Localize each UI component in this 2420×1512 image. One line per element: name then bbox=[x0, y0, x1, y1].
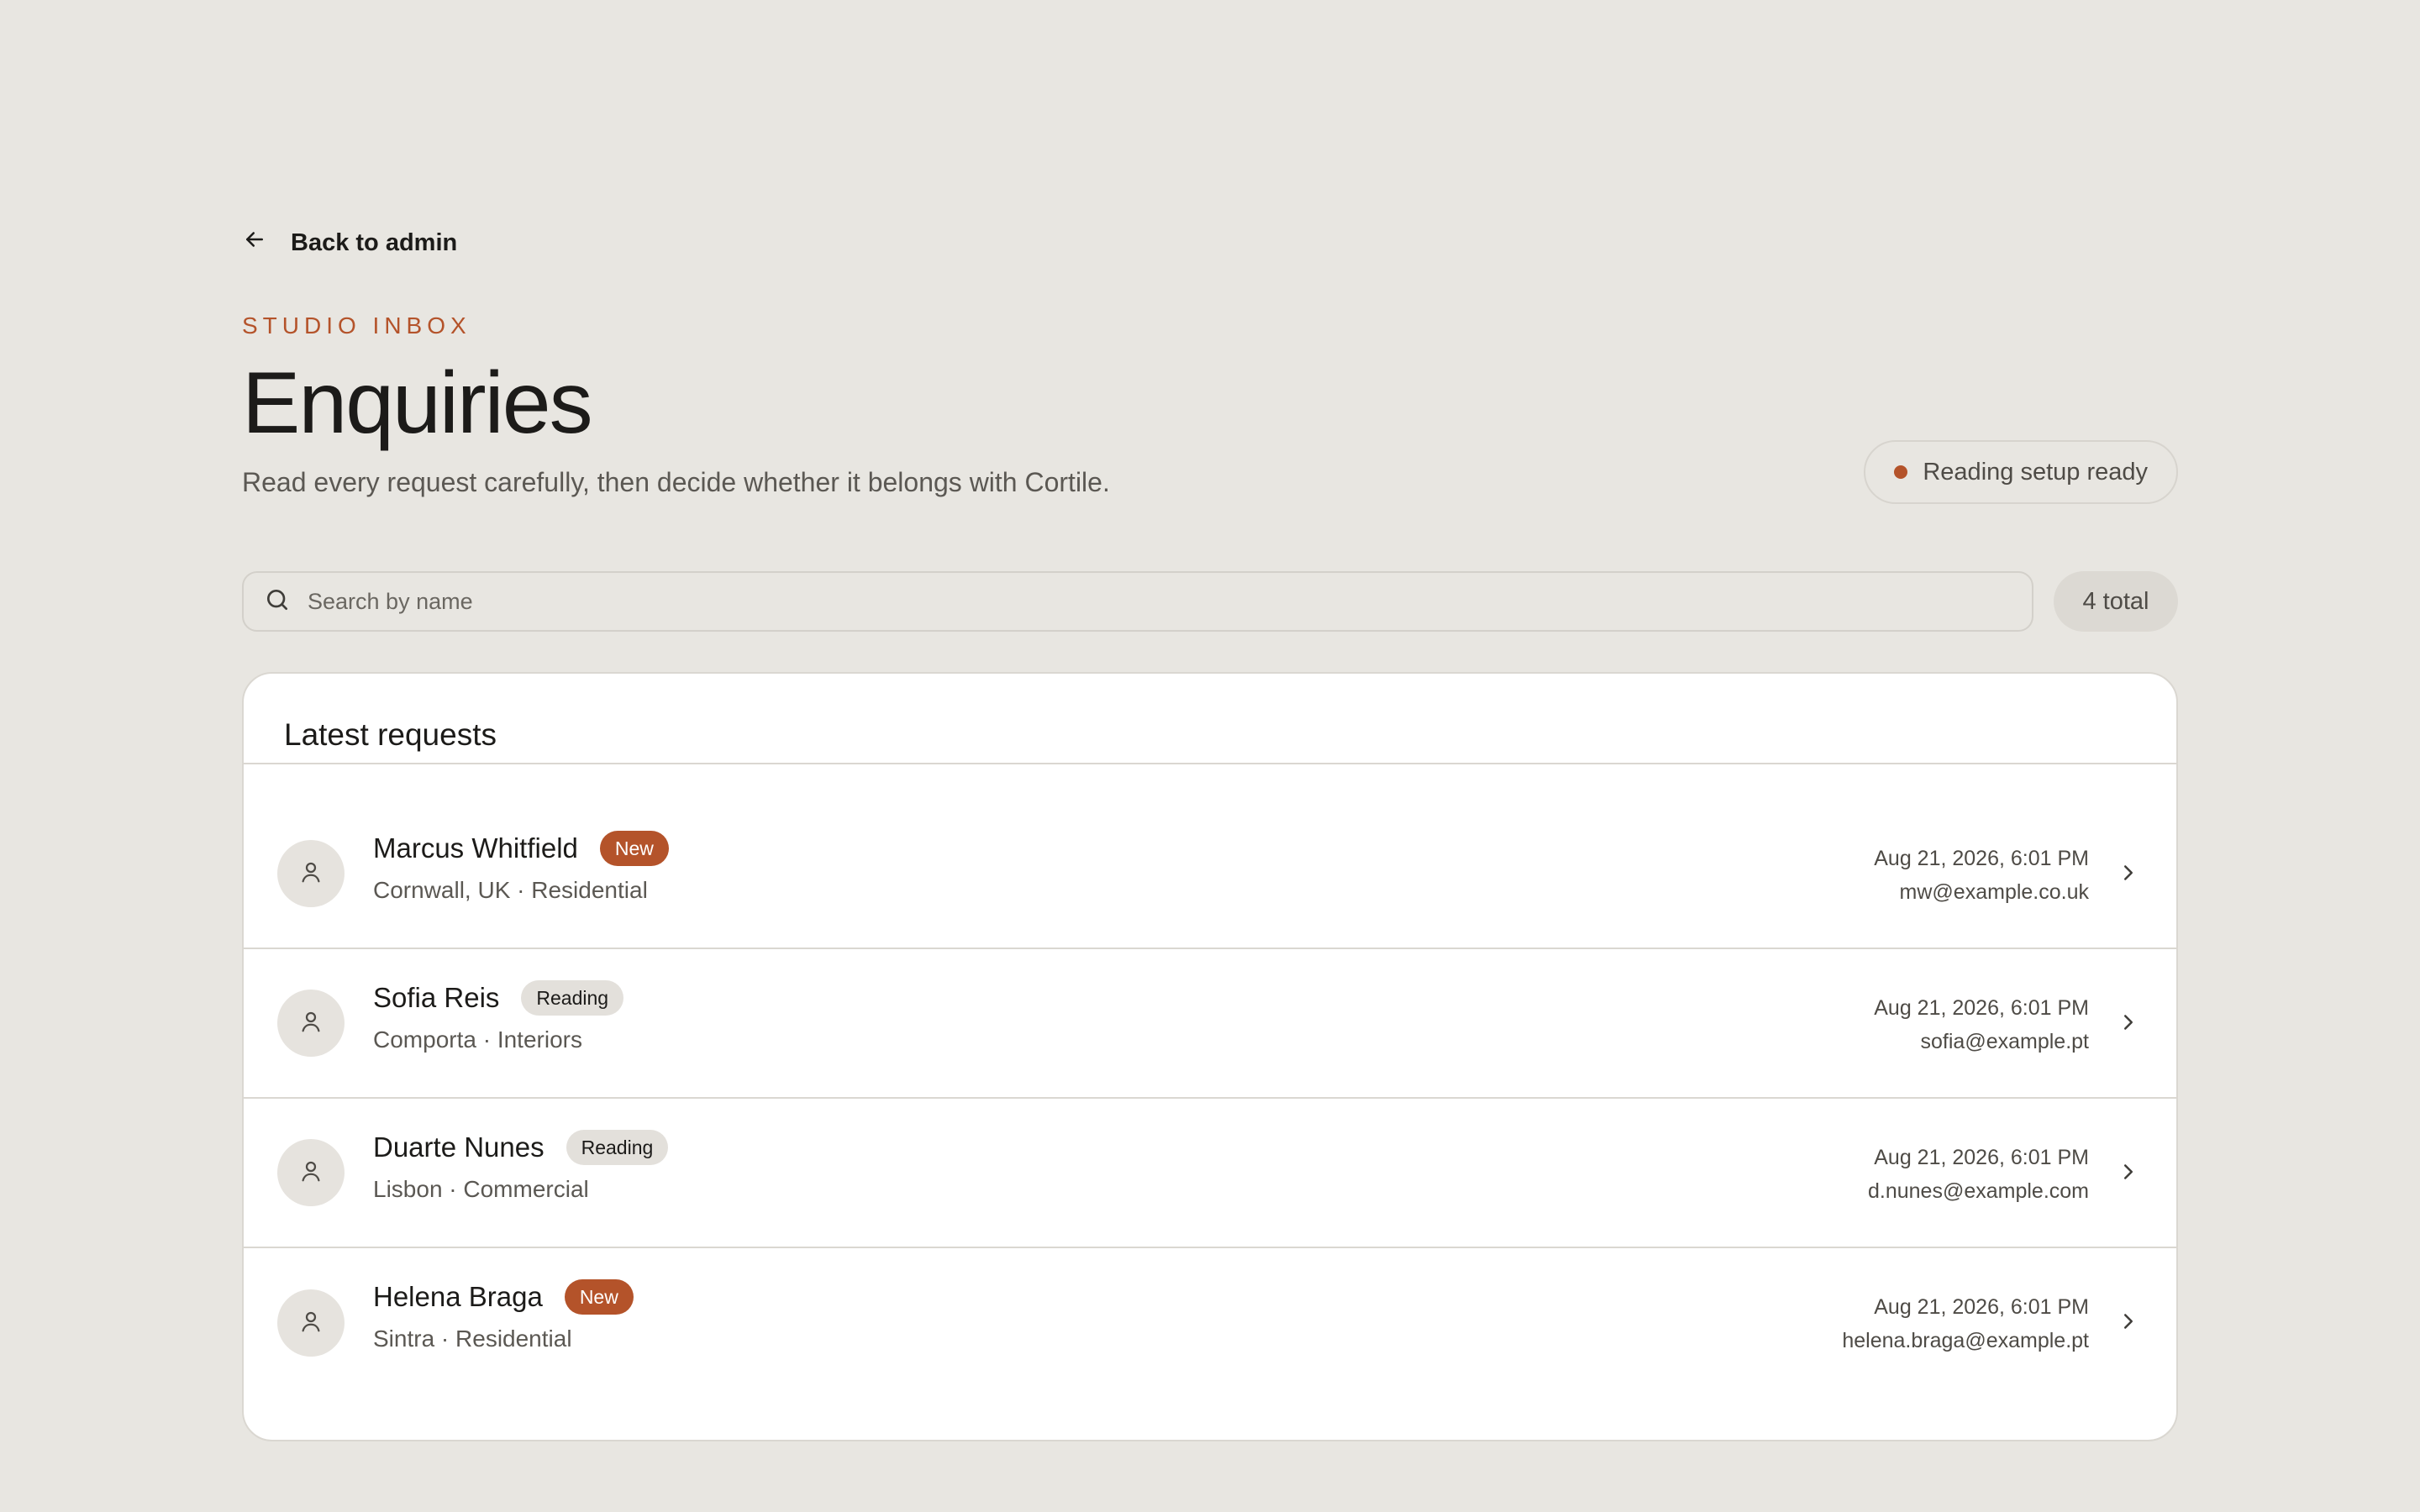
user-icon bbox=[298, 1158, 324, 1188]
chevron-right-icon[interactable] bbox=[2116, 860, 2141, 885]
chevron-right-icon[interactable] bbox=[2116, 1309, 2141, 1334]
status-badge-reading: Reading bbox=[521, 980, 624, 1016]
chevron-right-icon[interactable] bbox=[2116, 1010, 2141, 1035]
request-name: Helena Braga bbox=[373, 1281, 543, 1312]
request-email: d.nunes@example.com bbox=[1867, 1179, 2089, 1203]
request-meta: Lisbon · Commercial bbox=[373, 1176, 589, 1202]
avatar bbox=[277, 990, 345, 1057]
row-main: Sofia Reis Reading Comporta · Interiors bbox=[373, 978, 624, 1053]
user-icon bbox=[298, 859, 324, 889]
row-main: Helena Braga New Sintra · Residential bbox=[373, 1277, 634, 1352]
requests-card: Latest requests Marcus Whitfield New Cor… bbox=[242, 672, 2178, 1441]
status-badge: Reading setup ready bbox=[1864, 440, 2178, 504]
status-badge-new: New bbox=[564, 1279, 634, 1315]
back-to-admin-label: Back to admin bbox=[291, 228, 458, 256]
user-icon bbox=[298, 1009, 324, 1038]
request-meta: Cornwall, UK · Residential bbox=[373, 877, 648, 903]
avatar bbox=[277, 1139, 345, 1206]
section-eyebrow: STUDIO INBOX bbox=[242, 312, 471, 339]
search-box[interactable] bbox=[242, 571, 2033, 632]
request-name: Duarte Nunes bbox=[373, 1131, 544, 1163]
request-name: Sofia Reis bbox=[373, 982, 500, 1013]
status-dot-icon bbox=[1894, 465, 1908, 479]
page-title: Enquiries bbox=[242, 354, 593, 452]
request-date: Aug 21, 2026, 6:01 PM bbox=[1874, 1146, 2089, 1169]
status-label: Reading setup ready bbox=[1923, 458, 2148, 486]
requests-card-title: Latest requests bbox=[244, 674, 2176, 764]
request-email: mw@example.co.uk bbox=[1899, 880, 2089, 904]
page-subtitle: Read every request carefully, then decid… bbox=[242, 467, 1110, 497]
request-email: sofia@example.pt bbox=[1920, 1030, 2089, 1053]
table-row[interactable]: Duarte Nunes Reading Lisbon · Commercial… bbox=[244, 1099, 2176, 1248]
request-date: Aug 21, 2026, 6:01 PM bbox=[1874, 996, 2089, 1020]
row-details: Aug 21, 2026, 6:01 PM helena.braga@examp… bbox=[1842, 1292, 2089, 1359]
request-meta: Sintra · Residential bbox=[373, 1326, 572, 1352]
status-badge-reading: Reading bbox=[566, 1130, 669, 1165]
request-meta: Comporta · Interiors bbox=[373, 1026, 582, 1053]
avatar bbox=[277, 840, 345, 907]
search-input[interactable] bbox=[308, 588, 1904, 615]
arrow-left-icon bbox=[242, 227, 267, 259]
enquiries-page: Back to admin STUDIO INBOX Enquiries Rea… bbox=[242, 0, 2178, 1512]
row-main: Duarte Nunes Reading Lisbon · Commercial bbox=[373, 1127, 669, 1203]
requests-list: Marcus Whitfield New Cornwall, UK · Resi… bbox=[244, 800, 2176, 1398]
table-row[interactable]: Helena Braga New Sintra · Residential Au… bbox=[244, 1248, 2176, 1398]
status-badge-new: New bbox=[599, 831, 669, 866]
row-details: Aug 21, 2026, 6:01 PM d.nunes@example.co… bbox=[1868, 1142, 2089, 1210]
row-details: Aug 21, 2026, 6:01 PM mw@example.co.uk bbox=[1874, 843, 2089, 911]
request-date: Aug 21, 2026, 6:01 PM bbox=[1874, 1295, 2089, 1319]
table-row[interactable]: Sofia Reis Reading Comporta · Interiors … bbox=[244, 949, 2176, 1099]
chevron-right-icon[interactable] bbox=[2116, 1159, 2141, 1184]
search-icon bbox=[264, 586, 291, 617]
table-row[interactable]: Marcus Whitfield New Cornwall, UK · Resi… bbox=[244, 800, 2176, 949]
request-name: Marcus Whitfield bbox=[373, 832, 578, 864]
row-details: Aug 21, 2026, 6:01 PM sofia@example.pt bbox=[1874, 993, 2089, 1060]
avatar bbox=[277, 1289, 345, 1357]
request-email: helena.braga@example.pt bbox=[1842, 1329, 2089, 1352]
user-icon bbox=[298, 1309, 324, 1338]
total-count-badge: 4 total bbox=[2054, 571, 2178, 632]
request-date: Aug 21, 2026, 6:01 PM bbox=[1874, 847, 2089, 870]
row-main: Marcus Whitfield New Cornwall, UK · Resi… bbox=[373, 828, 669, 904]
back-to-admin-link[interactable]: Back to admin bbox=[242, 227, 457, 259]
